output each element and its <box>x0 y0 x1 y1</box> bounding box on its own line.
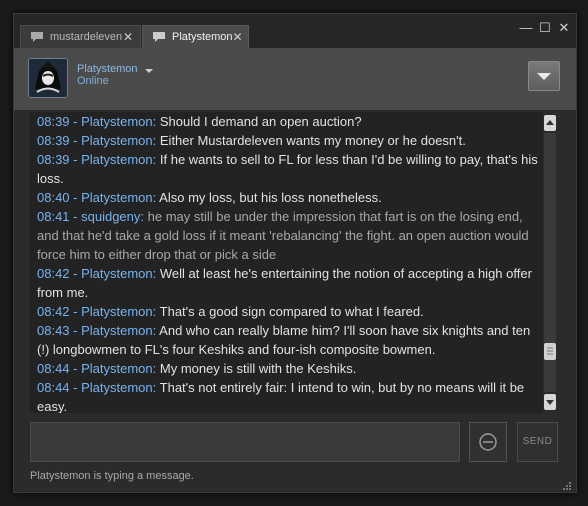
message-text: That's a good sign compared to what I fe… <box>159 304 424 319</box>
message-timestamp: 08:39 <box>37 133 70 148</box>
chat-menu-button[interactable] <box>528 61 560 91</box>
chat-message: 08:40 - Platystemon: Also my loss, but h… <box>30 188 543 207</box>
message-separator: - <box>69 361 82 376</box>
scroll-up-button[interactable] <box>544 115 556 131</box>
message-input[interactable] <box>30 422 460 462</box>
message-text: My money is still with the Keshiks. <box>159 361 357 376</box>
message-separator: - <box>69 114 82 129</box>
friend-status: Online <box>77 75 109 87</box>
message-author: Platystemon <box>81 304 153 319</box>
message-author: squidgeny <box>81 209 141 224</box>
message-timestamp: 08:44 <box>37 380 70 395</box>
message-separator: - <box>69 266 82 281</box>
message-colon: : <box>152 114 160 129</box>
chat-message: 08:41 - squidgeny: he may still be under… <box>30 207 543 264</box>
friend-header: Platystemon Online <box>14 48 576 110</box>
message-separator: - <box>69 152 82 167</box>
message-timestamp: 08:42 <box>37 304 70 319</box>
message-author: Platystemon <box>81 266 153 281</box>
message-colon: : <box>152 152 160 167</box>
message-separator: - <box>69 380 82 395</box>
message-colon: : <box>152 361 160 376</box>
chat-bubble-icon <box>30 31 44 43</box>
message-timestamp: 08:44 <box>37 361 70 376</box>
tab-label: mustardeleven <box>50 31 123 43</box>
chat-window: mustardeleven ✕ Platystemon ✕ — ☐ ✕ Plat… <box>13 13 577 493</box>
tab-label: Platystemon <box>172 31 233 43</box>
chat-message: 08:42 - Platystemon: Well at least he's … <box>30 264 543 302</box>
message-separator: - <box>69 209 82 224</box>
chat-message: 08:39 - Platystemon: Either Mustardeleve… <box>30 131 543 150</box>
smiley-icon <box>479 433 497 451</box>
chat-history[interactable]: 08:39 - Platystemon: Should I demand an … <box>30 112 543 413</box>
chat-bubble-icon <box>152 31 166 43</box>
message-colon: : <box>140 209 148 224</box>
chevron-down-icon[interactable] <box>144 63 154 73</box>
message-timestamp: 08:39 <box>37 152 70 167</box>
close-tab-icon[interactable]: ✕ <box>122 30 134 44</box>
message-colon: : <box>152 133 160 148</box>
message-timestamp: 08:40 <box>37 190 70 205</box>
tab-platystemon[interactable]: Platystemon ✕ <box>142 25 249 48</box>
scroll-down-button[interactable] <box>544 394 556 410</box>
message-text: Either Mustardeleven wants my money or h… <box>159 133 466 148</box>
message-text: Also my loss, but his loss nonetheless. <box>159 190 382 205</box>
message-separator: - <box>69 323 82 338</box>
message-colon: : <box>152 266 160 281</box>
message-author: Platystemon <box>81 323 153 338</box>
chat-message: 08:44 - Platystemon: My money is still w… <box>30 359 543 378</box>
avatar-image <box>29 59 67 97</box>
close-tab-icon[interactable]: ✕ <box>233 30 243 44</box>
chat-message: 08:43 - Platystemon: And who can really … <box>30 321 543 359</box>
message-separator: - <box>69 133 82 148</box>
close-window-icon[interactable]: ✕ <box>556 20 572 36</box>
avatar[interactable] <box>28 58 68 98</box>
tab-mustardeleven[interactable]: mustardeleven ✕ <box>20 25 141 48</box>
message-colon: : <box>152 380 160 395</box>
scroll-thumb[interactable] <box>544 343 556 360</box>
resize-grip-icon[interactable] <box>562 478 572 490</box>
message-text: Should I demand an open auction? <box>159 114 362 129</box>
message-separator: - <box>69 304 82 319</box>
message-author: Platystemon <box>81 361 153 376</box>
message-author: Platystemon <box>81 190 153 205</box>
message-author: Platystemon <box>81 380 153 395</box>
chevron-down-icon <box>537 73 551 80</box>
send-button[interactable]: SEND <box>517 422 558 462</box>
message-timestamp: 08:41 <box>37 209 70 224</box>
message-author: Platystemon <box>81 152 153 167</box>
message-timestamp: 08:39 <box>37 114 70 129</box>
friend-name[interactable]: Platystemon <box>77 63 138 75</box>
emoticon-button[interactable] <box>469 422 507 462</box>
message-timestamp: 08:42 <box>37 266 70 281</box>
chat-message: 08:39 - Platystemon: Should I demand an … <box>30 112 543 131</box>
chat-message: 08:42 - Platystemon: That's a good sign … <box>30 302 543 321</box>
chat-scrollbar[interactable] <box>543 112 557 413</box>
message-colon: : <box>152 304 160 319</box>
message-timestamp: 08:43 <box>37 323 70 338</box>
minimize-icon[interactable]: — <box>518 20 534 36</box>
title-bar: mustardeleven ✕ Platystemon ✕ — ☐ ✕ <box>14 14 576 48</box>
typing-status: Platystemon is typing a message. <box>30 470 194 482</box>
message-separator: - <box>69 190 82 205</box>
maximize-icon[interactable]: ☐ <box>537 20 553 36</box>
chat-message: 08:39 - Platystemon: If he wants to sell… <box>30 150 543 188</box>
chat-message: 08:44 - Platystemon: That's not entirely… <box>30 378 543 413</box>
message-author: Platystemon <box>81 133 153 148</box>
message-author: Platystemon <box>81 114 153 129</box>
